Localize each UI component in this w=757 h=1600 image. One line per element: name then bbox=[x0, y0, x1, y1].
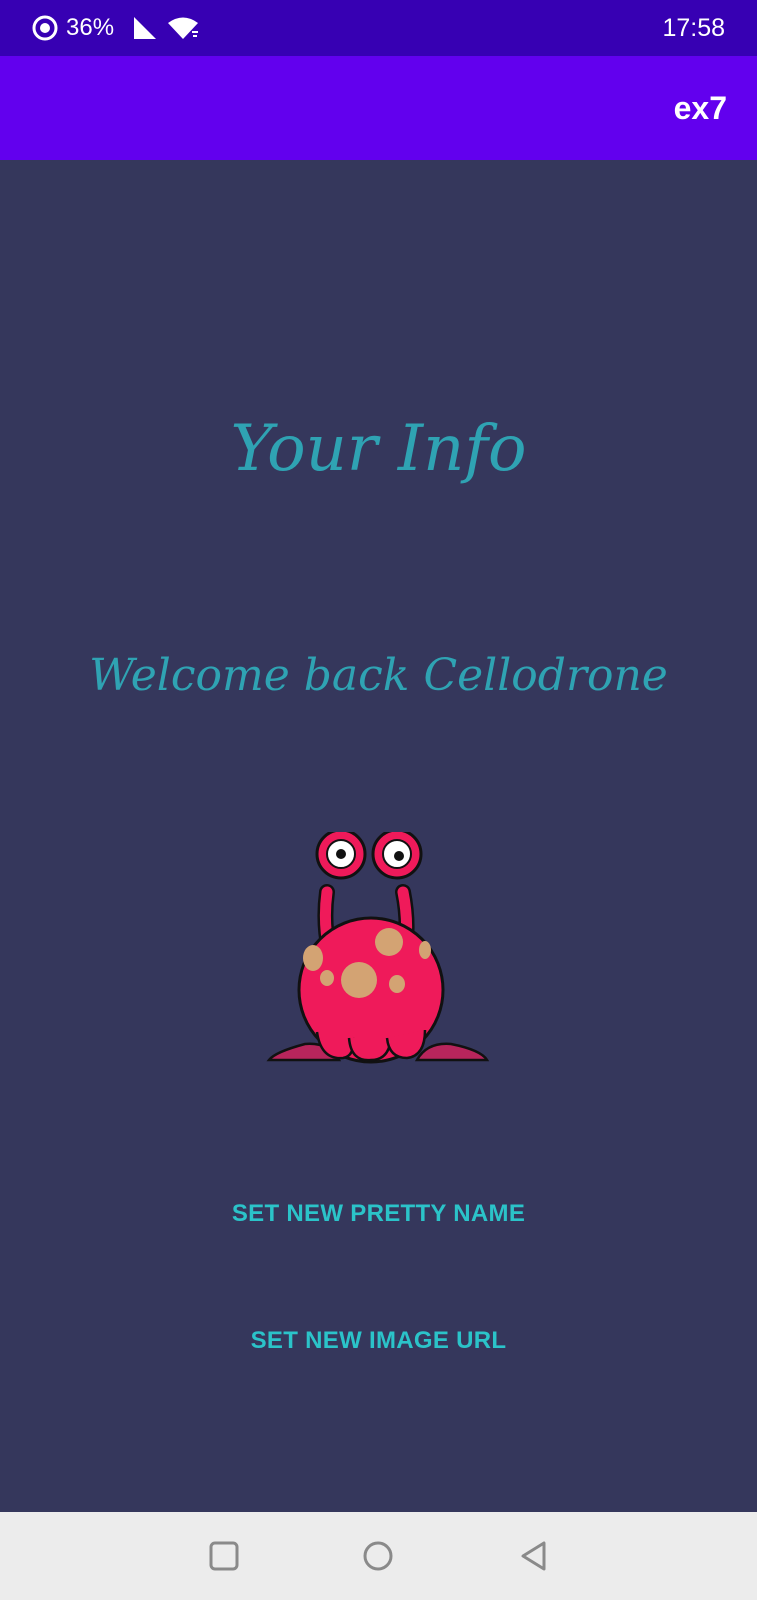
set-pretty-name-button[interactable]: SET NEW PRETTY NAME bbox=[0, 1200, 757, 1228]
battery-percent: 36% bbox=[66, 14, 115, 41]
signal-icon bbox=[132, 15, 158, 41]
status-left-group: 36% bbox=[32, 0, 200, 56]
status-time: 17:58 bbox=[662, 14, 725, 42]
pink-alien-monster-icon bbox=[265, 828, 491, 1064]
battery-ring-icon bbox=[32, 15, 58, 41]
wifi-icon bbox=[166, 15, 200, 41]
nav-bar bbox=[0, 1512, 757, 1600]
status-bar: 36% 17:58 bbox=[0, 0, 757, 56]
app-title: ex7 bbox=[673, 90, 727, 126]
welcome-message: Welcome back Cellodrone bbox=[89, 650, 668, 701]
app-bar: ex7 bbox=[0, 56, 757, 160]
recents-square-icon[interactable] bbox=[198, 1530, 250, 1582]
page-title: Your Info bbox=[230, 412, 527, 486]
back-triangle-icon[interactable] bbox=[508, 1530, 560, 1582]
set-image-url-button[interactable]: SET NEW IMAGE URL bbox=[0, 1327, 757, 1355]
home-circle-icon[interactable] bbox=[352, 1530, 404, 1582]
